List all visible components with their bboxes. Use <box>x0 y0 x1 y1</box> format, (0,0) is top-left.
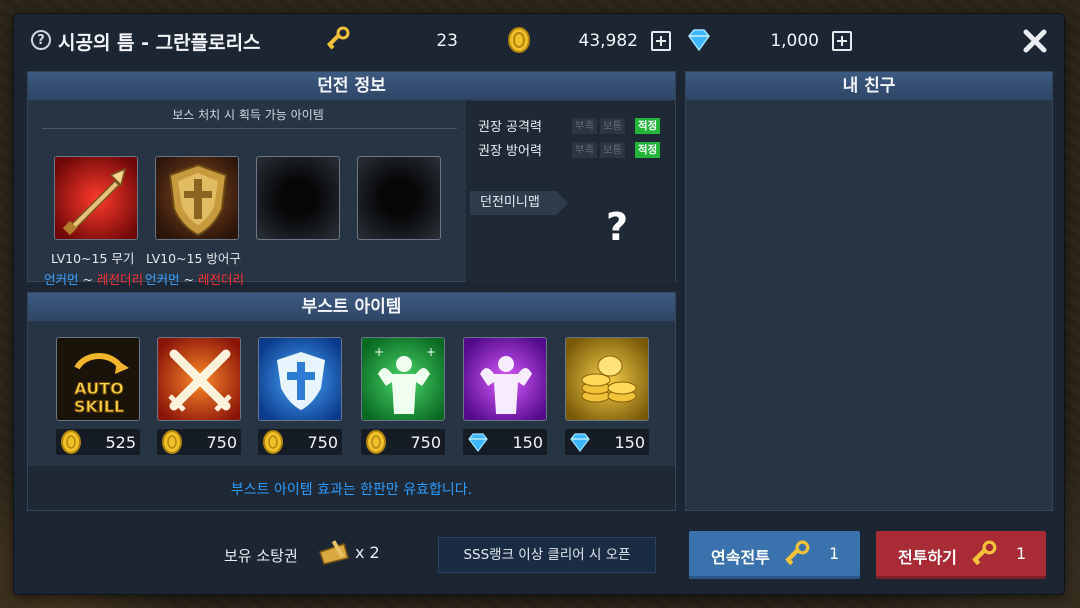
start-battle-label: 전투하기 <box>898 548 957 567</box>
boost-item-auto-skill[interactable]: AUTO SKILL <box>56 337 140 421</box>
reward-item-sword[interactable] <box>54 156 138 240</box>
boost-price: 150 <box>565 429 649 455</box>
dungeon-minimap-button[interactable]: 던전미니맵 <box>470 191 568 215</box>
reward-item-shield[interactable] <box>155 156 239 240</box>
add-diamond-button[interactable] <box>832 31 852 51</box>
stat-row-attack: 권장 공격력 부족 보통 적정 <box>466 114 675 136</box>
rarity-separator: ~ <box>82 272 93 287</box>
strength-buff-icon: + + <box>362 338 444 420</box>
stat-level-good: 적정 <box>635 118 660 134</box>
price-value: 750 <box>206 433 237 452</box>
continuous-battle-cost: 1 <box>829 544 840 563</box>
crossed-swords-icon <box>158 338 240 420</box>
gold-amount: 43,982 <box>578 31 638 51</box>
dungeon-entry-dialog: ? 시공의 틈 - 그란플로리스 23 43,982 1,000 던전 정보 보… <box>14 14 1064 594</box>
rarity-to: 레전더리 <box>197 272 244 287</box>
reward-caption: 보스 처치 시 획득 가능 아이템 <box>172 108 324 122</box>
friends-title: 내 친구 <box>686 72 1052 100</box>
dungeon-recommendation-box: 권장 공격력 부족 보통 적정 권장 방어력 부족 보통 적정 던전미니맵 ? <box>466 101 675 282</box>
price-value: 750 <box>410 433 441 452</box>
dialog-header: ? 시공의 틈 - 그란플로리스 23 43,982 1,000 <box>14 14 1064 68</box>
add-gold-button[interactable] <box>651 31 671 51</box>
boost-item-defense[interactable] <box>258 337 342 421</box>
start-battle-cost: 1 <box>1016 544 1027 563</box>
stat-level-low: 부족 <box>572 142 597 158</box>
dungeon-title: 시공의 틈 - 그란플로리스 <box>58 32 261 54</box>
stat-level-low: 부족 <box>572 118 597 134</box>
price-value: 750 <box>307 433 338 452</box>
boost-items-panel: 부스트 아이템 AUTO SKILL + + 525 750 750 750 1… <box>27 292 676 511</box>
close-icon[interactable] <box>1020 26 1050 56</box>
continuous-battle-button[interactable]: 연속전투 1 <box>689 531 860 579</box>
rarity-from: 언커먼 <box>145 272 180 287</box>
continuous-battle-label: 연속전투 <box>711 548 770 567</box>
gold-coin-icon <box>162 430 182 454</box>
gold-coin-icon <box>61 430 81 454</box>
stat-name: 권장 공격력 <box>478 120 542 135</box>
boost-price: 750 <box>258 429 342 455</box>
stat-level-good: 적정 <box>635 142 660 158</box>
rarity-from: 언커먼 <box>44 272 79 287</box>
price-value: 525 <box>105 433 136 452</box>
sweep-button[interactable]: SSS랭크 이상 클리어 시 오픈 <box>438 537 656 573</box>
stat-level-mid: 보통 <box>600 142 625 158</box>
auto-skill-icon: AUTO SKILL <box>57 338 139 420</box>
dungeon-info-panel: 던전 정보 보스 처치 시 획득 가능 아이템 LV10~15 무기 LV10~… <box>27 71 676 287</box>
sword-icon <box>55 157 137 239</box>
boost-price: 750 <box>157 429 241 455</box>
stat-row-defense: 권장 방어력 부족 보통 적정 <box>466 138 675 160</box>
reward-item-unknown-2 <box>357 156 441 240</box>
boost-price: 750 <box>361 429 445 455</box>
boost-price: 525 <box>56 429 140 455</box>
gold-coin-icon <box>366 430 386 454</box>
auto-skill-text-1: AUTO <box>74 379 123 398</box>
start-battle-button[interactable]: 전투하기 1 <box>876 531 1046 579</box>
gold-coin-icon <box>263 430 283 454</box>
boost-item-power[interactable] <box>463 337 547 421</box>
boost-item-gold[interactable] <box>565 337 649 421</box>
reward-level-label: LV10~15 방어구 <box>146 251 241 266</box>
key-icon <box>785 540 810 566</box>
holy-shield-icon <box>259 338 341 420</box>
boost-note-bar: 부스트 아이템 효과는 한판만 유효합니다. <box>28 466 675 510</box>
reward-level-label: LV10~15 무기 <box>51 251 135 266</box>
caption-divider <box>42 128 457 129</box>
boost-price: 150 <box>463 429 547 455</box>
gold-coin-icon <box>508 27 530 53</box>
key-count: 23 <box>436 31 458 51</box>
key-icon <box>326 26 350 50</box>
stat-level-mid: 보통 <box>600 118 625 134</box>
diamond-amount: 1,000 <box>770 31 819 51</box>
question-mark-icon[interactable]: ? <box>31 30 51 50</box>
sweep-ticket-count: x 2 <box>355 543 380 562</box>
svg-text:+: + <box>374 345 384 359</box>
rarity-to: 레전더리 <box>96 272 143 287</box>
stat-name: 권장 방어력 <box>478 144 542 159</box>
gold-coins-icon <box>566 338 648 420</box>
minimap-placeholder: ? <box>606 205 629 249</box>
key-icon <box>972 540 997 566</box>
diamond-icon <box>468 433 488 452</box>
price-value: 150 <box>614 433 645 452</box>
boost-note: 부스트 아이템 효과는 한판만 유효합니다. <box>230 482 473 498</box>
boost-items-title: 부스트 아이템 <box>28 293 675 321</box>
auto-skill-text-2: SKILL <box>74 397 124 416</box>
rarity-separator: ~ <box>183 272 194 287</box>
diamond-icon <box>570 433 590 452</box>
diamond-icon <box>688 29 710 52</box>
reward-item-unknown-1 <box>256 156 340 240</box>
boost-item-strength[interactable]: + + <box>361 337 445 421</box>
svg-text:+: + <box>426 345 436 359</box>
price-value: 150 <box>512 433 543 452</box>
reward-rarity-range: 언커먼 ~ 레전더리 <box>44 269 143 288</box>
shield-icon <box>156 157 238 239</box>
reward-rarity-range: 언커먼 ~ 레전더리 <box>145 269 244 288</box>
boost-item-attack[interactable] <box>157 337 241 421</box>
strength-purple-icon <box>464 338 546 420</box>
friends-panel: 내 친구 <box>685 71 1053 511</box>
sweep-ticket-icon <box>319 540 349 565</box>
sweep-ticket-label: 보유 소탕권 <box>224 547 298 565</box>
dungeon-info-title: 던전 정보 <box>28 72 675 100</box>
